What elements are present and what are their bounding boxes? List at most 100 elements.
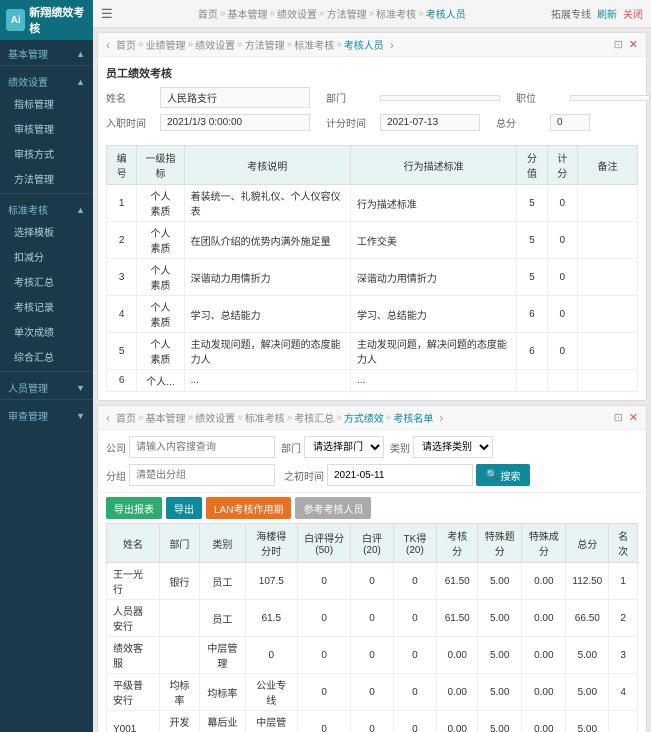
cell-rank: 2 (609, 600, 638, 637)
cell-special2: 0.00 (522, 711, 566, 732)
table-row[interactable]: 2 个人 素质 在团队介绍的优势内满外施足量 工作交美 5 0 (107, 222, 638, 259)
breadcrumb-1[interactable]: 基本管理 (227, 6, 267, 21)
ref-review-btn[interactable]: 参考考核人员 (295, 497, 371, 519)
export-btn[interactable]: 导出 (166, 497, 202, 519)
cell-type: 幕后业绩调 (199, 711, 245, 732)
sidebar-section-standard[interactable]: 标准考核 ▲ (0, 196, 93, 219)
search-period-input[interactable] (129, 464, 275, 486)
search-button[interactable]: 🔍 搜索 (476, 464, 530, 486)
sidebar-item-select-template[interactable]: 选择模板 (0, 219, 93, 244)
sidebar-section-perf[interactable]: 绩效设置 ▲ (0, 68, 93, 91)
table-row[interactable]: 3 个人 素质 深谐动力用情折力 深谐动力用情折力 5 0 (107, 259, 638, 296)
cell-desc: 深谐动力用情折力 (184, 259, 350, 296)
table-row[interactable]: 王一光行 银行 员工 107.5 0 0 0 61.50 5.00 0.00 1… (107, 563, 638, 600)
sidebar-item-deduct[interactable]: 扣减分 (0, 244, 93, 269)
cell-special1: 5.00 (478, 637, 522, 674)
cell-score1: 0 (245, 637, 297, 674)
cell-score4: 0 (393, 563, 437, 600)
cell-level1: 个人 素质 (137, 222, 184, 259)
sidebar-item-method-mgmt[interactable]: 方法管理 (0, 166, 93, 191)
breadcrumb-3[interactable]: 方法管理 (327, 6, 367, 21)
form-name-label: 姓名 (106, 90, 156, 105)
window-1-nav-prev[interactable]: ‹ (106, 38, 110, 52)
sidebar-item-single-score[interactable]: 单次成绩 (0, 319, 93, 344)
cell-level1: 个人... (137, 370, 184, 392)
search-status-select[interactable]: 请选择类别 (413, 436, 493, 458)
sidebar-item-review-mgmt[interactable]: 审核管理 (0, 116, 93, 141)
breadcrumb-home[interactable]: 首页 (198, 6, 218, 21)
form-id-value (570, 95, 650, 101)
sidebar-divider4 (0, 399, 93, 400)
window-2-close-btn[interactable]: ✕ (629, 411, 638, 424)
window-1-nav-next[interactable]: › (390, 38, 394, 52)
col-header: 部门 (159, 524, 199, 563)
breadcrumb-5[interactable]: 考核人员 (426, 6, 466, 21)
breadcrumb-2[interactable]: 绩效设置 (277, 6, 317, 21)
cell-remark (577, 259, 637, 296)
cell-calc: 0 (547, 222, 577, 259)
export-report-btn[interactable]: 导出报表 (106, 497, 162, 519)
cell-desc: 学习、总结能力 (184, 296, 350, 333)
table-row[interactable]: Y001 开发部 幕后业绩调 中层管理 0 0 0 0.00 5.00 0.00… (107, 711, 638, 732)
window-2-nav-prev[interactable]: ‹ (106, 411, 110, 425)
app-logo: Ai 新翔绩效考核 (0, 0, 93, 40)
cell-dept (159, 637, 199, 674)
col-no: 编号 (107, 146, 137, 185)
sidebar-section-personnel[interactable]: 人员管理 ▼ (0, 374, 93, 397)
table-row[interactable]: 6 个人... ... ... (107, 370, 638, 392)
search-date-input[interactable] (327, 464, 473, 486)
cell-type: 中层管理 (199, 637, 245, 674)
cell-score1: 107.5 (245, 563, 297, 600)
search-dept-label: 部门 (281, 440, 301, 455)
search-company-input[interactable] (129, 436, 275, 458)
breadcrumb-4[interactable]: 标准考核 (376, 6, 416, 21)
topbar-refresh-btn[interactable]: 刷新 (597, 6, 617, 21)
col-score: 分值 (517, 146, 547, 185)
window-1-restore-btn[interactable]: ⊡ (614, 38, 623, 51)
menu-icon[interactable]: ☰ (101, 6, 113, 22)
col-header: 特殊成分 (522, 524, 566, 563)
cell-behavior: 主动发现问题，解决问题的态度能力人 (350, 333, 516, 370)
main-area: ☰ 首页 » 基本管理 » 绩效设置 » 方法管理 » 标准考核 » 考核人员 … (93, 0, 651, 732)
sidebar-section-audit[interactable]: 审查管理 ▼ (0, 402, 93, 425)
lan-review-btn[interactable]: LAN考核作用期 (206, 497, 291, 519)
table-row[interactable]: 人员器安行 员工 61.5 0 0 0 61.50 5.00 0.00 66.5… (107, 600, 638, 637)
search-dept-select[interactable]: 请选择部门 (304, 436, 384, 458)
table-row[interactable]: 4 个人 素质 学习、总结能力 学习、总结能力 6 0 (107, 296, 638, 333)
form-join-value: 2021/1/3 0:00:00 (160, 114, 310, 131)
window-2-restore-btn[interactable]: ⊡ (614, 411, 623, 424)
sidebar-section-basic[interactable]: 基本管理 ▲ (0, 40, 93, 63)
cell-name: 人员器安行 (107, 600, 160, 637)
cell-dept: 银行 (159, 563, 199, 600)
cell-score4: 0 (393, 637, 437, 674)
table-row[interactable]: 5 个人 素质 主动发现问题，解决问题的态度能力人 主动发现问题，解决问题的态度… (107, 333, 638, 370)
cell-no: 4 (107, 296, 137, 333)
col-header: 考核分 (437, 524, 478, 563)
col-header: TK得(20) (393, 524, 437, 563)
cell-remark (577, 185, 637, 222)
window-2-nav-next[interactable]: › (439, 411, 443, 425)
col-remark: 备注 (577, 146, 637, 185)
cell-calc (547, 370, 577, 392)
cell-dept: 均标率 (159, 674, 199, 711)
col-header: 白评得分(50) (297, 524, 351, 563)
sidebar-item-review-record[interactable]: 考核记录 (0, 294, 93, 319)
sidebar-item-review-method[interactable]: 审核方式 (0, 141, 93, 166)
cell-calc: 0 (547, 259, 577, 296)
cell-total-score: 61.50 (437, 600, 478, 637)
table-row[interactable]: 平级普安行 均标率 均标率 公业专线 0 0 0 0.00 5.00 0.00 … (107, 674, 638, 711)
col-header: 海楼得分时 (245, 524, 297, 563)
window-2-table-body: 王一光行 银行 员工 107.5 0 0 0 61.50 5.00 0.00 1… (107, 563, 638, 732)
table-row[interactable]: 绩效客服 中层管理 0 0 0 0 0.00 5.00 0.00 5.00 3 (107, 637, 638, 674)
topbar-close-btn[interactable]: 关闭 (623, 6, 643, 21)
form-join-label: 入职时间 (106, 115, 156, 130)
sidebar-item-indicator[interactable]: 指标管理 (0, 91, 93, 116)
cell-no: 3 (107, 259, 137, 296)
table-row[interactable]: 1 个人 素质 着装统一、礼貌礼仪、个人仪容仪表 行为描述标准 5 0 (107, 185, 638, 222)
search-icon: 🔍 (486, 470, 498, 481)
window-1-close-btn[interactable]: ✕ (629, 38, 638, 51)
cell-calc: 0 (547, 296, 577, 333)
logo-icon: Ai (6, 9, 25, 31)
sidebar-item-review-hotspot[interactable]: 考核汇总 (0, 269, 93, 294)
sidebar-item-score-summary[interactable]: 综合汇总 (0, 344, 93, 369)
